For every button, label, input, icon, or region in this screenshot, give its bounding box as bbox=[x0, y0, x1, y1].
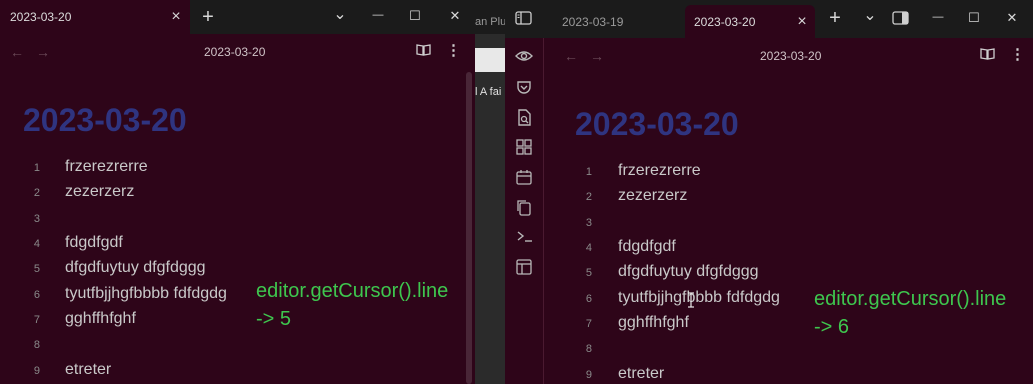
left-ribbon bbox=[505, 38, 544, 384]
line-text: dfgdfuytuy dfgfdggg bbox=[618, 263, 759, 280]
line-text: frzerezrerre bbox=[65, 158, 148, 175]
right-sidebar-toggle-icon[interactable] bbox=[892, 11, 909, 30]
line-number: 3 bbox=[33, 213, 40, 225]
left-annotation-line2: -> 5 bbox=[256, 308, 292, 330]
back-arrow-icon[interactable]: ← bbox=[10, 44, 24, 60]
left-scrollbar[interactable] bbox=[466, 72, 472, 384]
background-window-strip: an Plu l A fai bbox=[475, 0, 505, 384]
copy-icon[interactable] bbox=[514, 199, 534, 219]
line-number: 5 bbox=[585, 267, 592, 279]
line-number: 9 bbox=[33, 365, 40, 377]
line-number: 4 bbox=[585, 242, 592, 254]
back-arrow-icon[interactable]: ← bbox=[564, 48, 578, 64]
line-number: 6 bbox=[33, 289, 40, 301]
background-text-mid: l A fai bbox=[475, 86, 502, 98]
pocket-icon[interactable] bbox=[514, 79, 534, 99]
left-tab-active[interactable]: 2023-03-20 × bbox=[0, 0, 190, 34]
grid-icon[interactable] bbox=[514, 139, 534, 159]
close-window-button[interactable]: ✕ bbox=[445, 8, 465, 24]
line-number: 1 bbox=[33, 162, 40, 174]
sidebar-toggle-icon[interactable] bbox=[515, 11, 532, 30]
line-number: 9 bbox=[585, 369, 592, 381]
line-number: 7 bbox=[585, 318, 592, 330]
line-text: frzerezrerre bbox=[618, 162, 701, 179]
new-tab-button[interactable]: + bbox=[198, 6, 218, 29]
layout-icon[interactable] bbox=[514, 259, 534, 279]
line-number: 7 bbox=[33, 314, 40, 326]
more-options-icon[interactable]: ⋮ bbox=[446, 41, 461, 59]
eye-icon[interactable] bbox=[514, 49, 534, 69]
close-tab-icon[interactable]: × bbox=[166, 8, 186, 26]
file-search-icon[interactable] bbox=[514, 109, 534, 129]
close-tab-icon[interactable]: × bbox=[792, 13, 812, 31]
line-text: gghffhfghf bbox=[65, 310, 136, 327]
line-number: 4 bbox=[33, 238, 40, 250]
terminal-icon[interactable] bbox=[514, 229, 534, 249]
forward-arrow-icon[interactable]: → bbox=[36, 44, 50, 60]
line-number: 6 bbox=[585, 293, 592, 305]
line-text: zezerzerz bbox=[618, 187, 688, 204]
new-tab-button[interactable]: + bbox=[825, 7, 845, 30]
calendar-icon[interactable] bbox=[514, 169, 534, 189]
left-tab-bar: 2023-03-20 × + ⌄ — ☐ ✕ bbox=[0, 0, 475, 34]
right-note-title: 2023-03-20 bbox=[760, 49, 822, 63]
book-open-icon[interactable] bbox=[980, 47, 995, 63]
book-open-icon[interactable] bbox=[416, 43, 431, 59]
maximize-button[interactable]: ☐ bbox=[405, 8, 425, 24]
line-text: gghffhfghf bbox=[618, 314, 689, 331]
maximize-button[interactable]: ☐ bbox=[964, 10, 984, 26]
left-view-header: ← → 2023-03-20 ⋮ bbox=[0, 34, 475, 70]
line-number: 3 bbox=[585, 217, 592, 229]
close-window-button[interactable]: ✕ bbox=[1002, 10, 1022, 26]
forward-arrow-icon[interactable]: → bbox=[590, 48, 604, 64]
left-annotation-line1: editor.getCursor().line bbox=[256, 280, 449, 302]
minimize-button[interactable]: — bbox=[368, 9, 388, 21]
text-cursor-icon bbox=[687, 292, 695, 313]
line-text: zezerzerz bbox=[65, 183, 135, 200]
tab-title: 2023-03-20 bbox=[694, 15, 756, 29]
line-text: etreter bbox=[618, 365, 665, 382]
chevron-down-icon[interactable]: ⌄ bbox=[330, 4, 350, 24]
right-annotation-line2: -> 6 bbox=[814, 316, 850, 338]
minimize-button[interactable]: — bbox=[928, 11, 948, 23]
more-options-icon[interactable]: ⋮ bbox=[1010, 45, 1025, 63]
line-text: fdgdfgdf bbox=[65, 234, 123, 251]
chevron-down-icon[interactable]: ⌄ bbox=[860, 5, 880, 25]
right-view-header: ← → 2023-03-20 ⋮ bbox=[544, 38, 1033, 74]
tab-title: 2023-03-19 bbox=[562, 15, 624, 29]
line-text: fdgdfgdf bbox=[618, 238, 676, 255]
right-tab-bar: 2023-03-19 2023-03-20 × + ⌄ — ☐ ✕ bbox=[505, 0, 1033, 38]
right-annotation-line1: editor.getCursor().line bbox=[814, 288, 1007, 310]
left-window: 2023-03-20 × + ⌄ — ☐ ✕ ← → 2023-03-20 ⋮ … bbox=[0, 0, 475, 384]
background-text-top: an Plu bbox=[475, 16, 505, 28]
right-window: 2023-03-19 2023-03-20 × + ⌄ — ☐ ✕ ← → 20… bbox=[505, 0, 1033, 384]
line-text: tyutfbjjhgfbbbb fdfdgdg bbox=[618, 289, 780, 306]
left-note-title: 2023-03-20 bbox=[204, 45, 266, 59]
line-number: 1 bbox=[585, 166, 592, 178]
line-number: 5 bbox=[33, 263, 40, 275]
right-note-heading: 2023-03-20 bbox=[575, 106, 739, 142]
tab-active[interactable]: 2023-03-20 × bbox=[685, 5, 815, 38]
line-number: 2 bbox=[585, 191, 592, 203]
line-text: dfgdfuytuy dfgfdggg bbox=[65, 259, 206, 276]
left-note-heading: 2023-03-20 bbox=[23, 102, 187, 138]
tab-inactive[interactable]: 2023-03-19 bbox=[550, 6, 680, 38]
line-text: etreter bbox=[65, 361, 112, 378]
line-number: 2 bbox=[33, 187, 40, 199]
line-text: tyutfbjjhgfbbbb fdfdgdg bbox=[65, 285, 227, 302]
line-number: 8 bbox=[585, 343, 592, 355]
left-tab-title: 2023-03-20 bbox=[10, 10, 72, 24]
line-number: 8 bbox=[33, 339, 40, 351]
